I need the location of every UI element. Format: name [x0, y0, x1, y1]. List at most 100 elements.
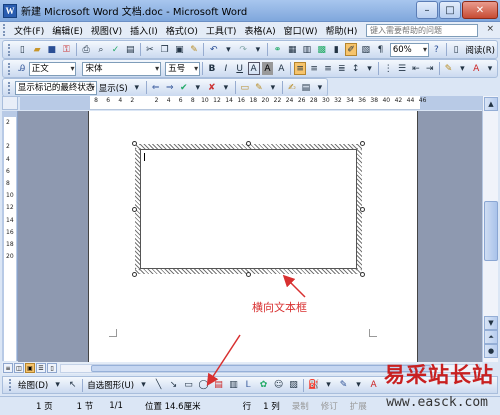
markup-display-select[interactable]: 显示标记的最终状态	[14, 80, 97, 95]
drawing-icon[interactable]: ✐	[344, 43, 358, 56]
fill-color-icon[interactable]: ⛽	[307, 379, 320, 392]
align-center-icon[interactable]: ≡	[308, 62, 320, 75]
numbering-icon[interactable]: ⋮	[382, 62, 394, 75]
track-changes-icon[interactable]: ✍	[286, 81, 298, 94]
horizontal-ruler[interactable]: 8 6 4 2 2 4 6 8 10 12 14 16 18 20 22 24 26 28 30 32 34 36 38 40…	[20, 96, 482, 110]
format-painter-icon[interactable]: ✎	[188, 43, 201, 56]
increase-indent-icon[interactable]: ⇥	[424, 62, 436, 75]
print-icon[interactable]: ⎙	[80, 43, 93, 56]
paste-icon[interactable]: ▣	[173, 43, 186, 56]
horizontal-text-box[interactable]	[135, 144, 362, 274]
maximize-button[interactable]: □	[439, 1, 461, 19]
permission-icon[interactable]: ⚿	[60, 43, 73, 56]
textbox-tool-icon[interactable]: ▤	[212, 379, 225, 392]
spelling-icon[interactable]: ✓	[109, 43, 122, 56]
resize-handle-left[interactable]	[132, 207, 137, 212]
char-shading-button[interactable]: A	[261, 62, 274, 75]
document-map-icon[interactable]: ▧	[359, 43, 372, 56]
help-icon[interactable]: ?	[430, 43, 443, 56]
zoom-select[interactable]: 60%	[389, 42, 430, 57]
italic-button[interactable]: I	[220, 62, 232, 75]
print-preview-icon[interactable]: ⌕	[94, 43, 107, 56]
bullets-icon[interactable]: ☰	[396, 62, 408, 75]
resize-handle-top[interactable]	[246, 141, 251, 146]
document-close-button[interactable]: ×	[486, 24, 494, 34]
minimize-button[interactable]: –	[416, 1, 438, 19]
bold-button[interactable]: B	[206, 62, 218, 75]
draw-menu-button[interactable]: 绘图(D)	[16, 379, 50, 391]
vertical-textbox-icon[interactable]: ▥	[227, 379, 240, 392]
outline-view-button[interactable]: ☰	[36, 363, 46, 373]
ask-question-input[interactable]: 键入需要帮助的问题	[366, 24, 478, 37]
menu-file[interactable]: 文件(F)	[10, 24, 48, 37]
new-document-icon[interactable]: ▯	[16, 43, 29, 56]
font-size-select[interactable]: 五号	[165, 61, 201, 76]
cut-icon[interactable]: ✂	[144, 43, 157, 56]
close-window-button[interactable]: ✕	[462, 1, 498, 19]
highlight-dropdown-icon[interactable]: ▾	[456, 62, 468, 75]
copy-icon[interactable]: ❐	[158, 43, 171, 56]
menu-grip[interactable]	[3, 24, 6, 36]
reading-view-button[interactable]: ▯	[47, 363, 57, 373]
arrow-tool-icon[interactable]: ↘	[167, 379, 180, 392]
web-view-button[interactable]: ◫	[14, 363, 24, 373]
line-color-dropdown-icon[interactable]: ▾	[352, 379, 365, 392]
status-extend[interactable]: 扩展	[344, 400, 373, 412]
normal-view-button[interactable]: ≡	[3, 363, 13, 373]
char-border-button[interactable]: A	[247, 62, 260, 75]
scroll-up-button[interactable]: ▲	[484, 97, 498, 111]
redo-dropdown-icon[interactable]: ▾	[251, 43, 264, 56]
font-color-icon[interactable]: A	[470, 62, 482, 75]
autoshapes-button[interactable]: 自选图形(U)	[85, 379, 136, 391]
line-spacing-icon[interactable]: ↕	[350, 62, 362, 75]
draw-dropdown-icon[interactable]: ▾	[51, 379, 64, 392]
redo-icon[interactable]: ↷	[237, 43, 250, 56]
previous-page-button[interactable]: ⏶	[484, 330, 498, 344]
horizontal-scrollbar[interactable]	[60, 364, 480, 373]
insert-table-icon[interactable]: ▥	[301, 43, 314, 56]
read-button[interactable]: 阅读(R)	[463, 44, 497, 56]
tables-borders-icon[interactable]: ▦	[286, 43, 299, 56]
vertical-ruler[interactable]: 2 2 4 6 8 10 12 14 16 18 20	[2, 111, 18, 361]
text-box-content[interactable]	[140, 149, 357, 269]
document-page[interactable]	[88, 111, 418, 362]
research-icon[interactable]: ▤	[124, 43, 137, 56]
read-icon[interactable]: ▯	[450, 43, 463, 56]
highlight-review-dropdown-icon[interactable]: ▾	[267, 81, 279, 94]
wordart-icon[interactable]: Ꮮ	[242, 379, 255, 392]
char-scale-button[interactable]: A	[275, 62, 287, 75]
save-icon[interactable]: ■	[45, 43, 58, 56]
menu-format[interactable]: 格式(O)	[162, 24, 202, 37]
menu-view[interactable]: 视图(V)	[87, 24, 126, 37]
tab-selector[interactable]	[2, 96, 18, 110]
resize-handle-bottom-left[interactable]	[132, 272, 137, 277]
scroll-down-button[interactable]: ▼	[484, 316, 498, 330]
resize-handle-top-right[interactable]	[360, 141, 365, 146]
style-select[interactable]: 正文	[28, 61, 77, 76]
underline-button[interactable]: U	[234, 62, 246, 75]
menu-window[interactable]: 窗口(W)	[280, 24, 322, 37]
fill-dropdown-icon[interactable]: ▾	[322, 379, 335, 392]
show-dropdown-icon[interactable]: ▾	[131, 81, 143, 94]
resize-handle-bottom[interactable]	[246, 272, 251, 277]
autoshapes-dropdown-icon[interactable]: ▾	[137, 379, 150, 392]
draw-font-color-icon[interactable]: A	[367, 379, 380, 392]
font-select[interactable]: 宋体	[82, 61, 162, 76]
highlight-review-icon[interactable]: ✎	[253, 81, 265, 94]
oval-tool-icon[interactable]: ◯	[197, 379, 210, 392]
accept-dropdown-icon[interactable]: ▾	[192, 81, 204, 94]
menu-insert[interactable]: 插入(I)	[126, 24, 162, 37]
styles-pane-icon[interactable]: Ꭿ	[16, 62, 28, 75]
accept-change-icon[interactable]: ✔	[178, 81, 190, 94]
line-spacing-dropdown-icon[interactable]: ▾	[364, 62, 376, 75]
resize-handle-top-left[interactable]	[132, 141, 137, 146]
align-justify-icon[interactable]: ≡	[294, 62, 307, 75]
decrease-indent-icon[interactable]: ⇤	[410, 62, 422, 75]
vertical-scroll-thumb[interactable]	[484, 201, 498, 261]
undo-icon[interactable]: ↶	[207, 43, 220, 56]
previous-change-icon[interactable]: ⇐	[150, 81, 162, 94]
next-change-icon[interactable]: ⇒	[164, 81, 176, 94]
clipart-icon[interactable]: ☺	[272, 379, 285, 392]
reject-change-icon[interactable]: ✘	[206, 81, 218, 94]
status-track[interactable]: 修订	[315, 400, 344, 412]
